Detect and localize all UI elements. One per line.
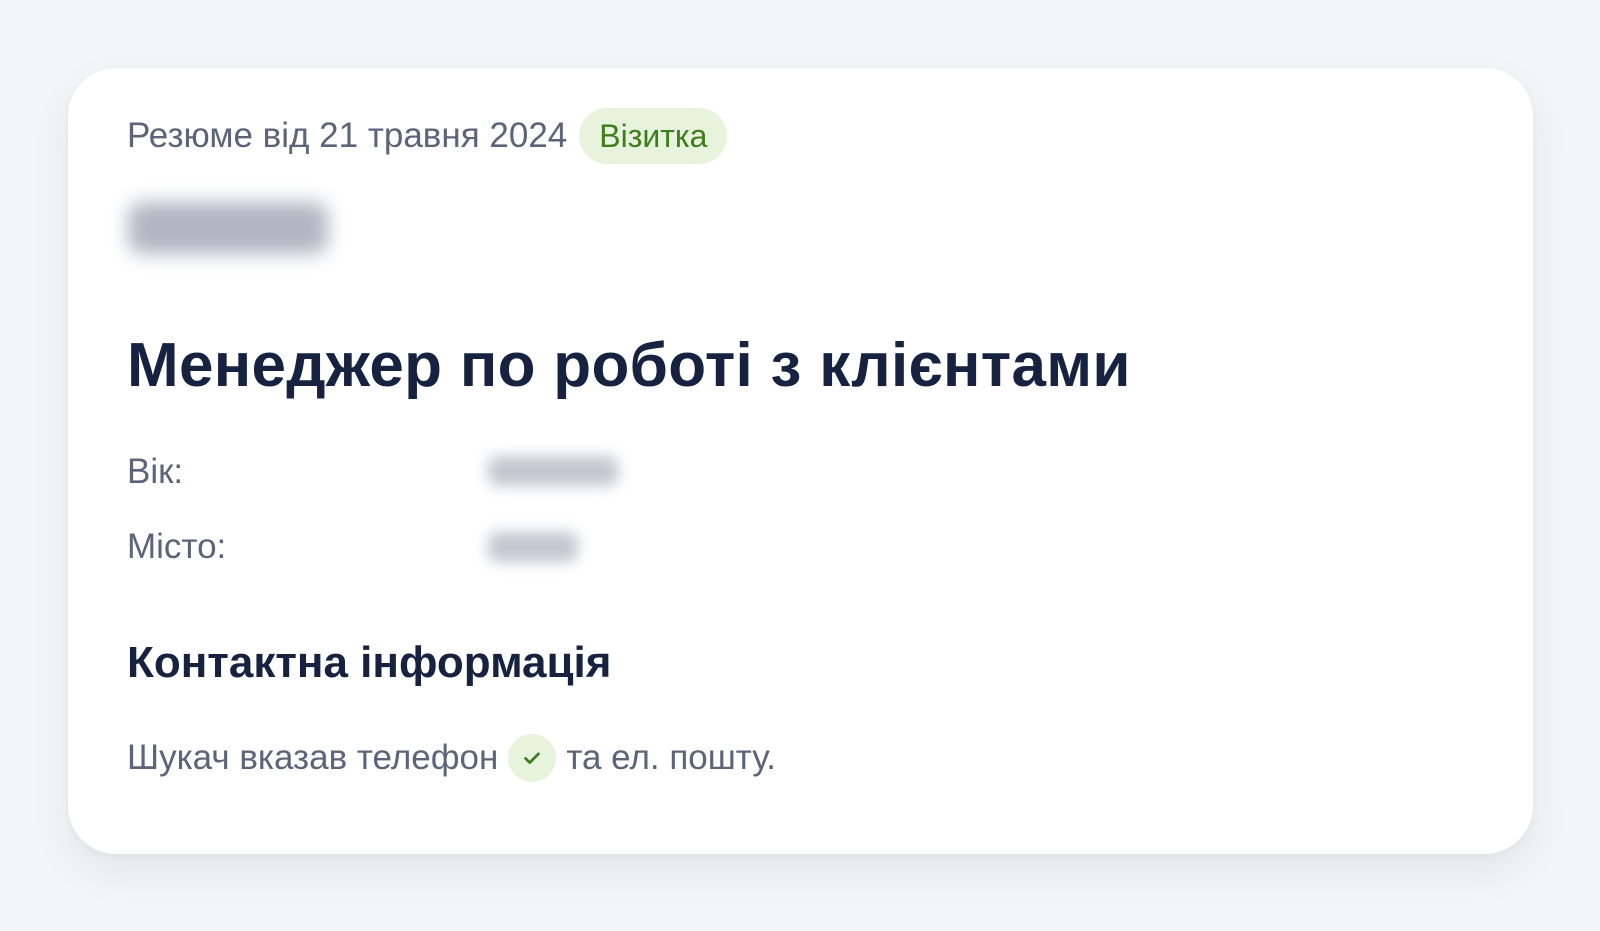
- contact-text-phone: Шукач вказав телефон: [127, 738, 499, 777]
- blurred-city-value: [488, 532, 578, 562]
- resume-card: Резюме від 21 травня 2024 Візитка Менедж…: [68, 68, 1533, 854]
- city-label: Місто:: [127, 527, 227, 566]
- contact-info: Шукач вказав телефон та ел. пошту.: [127, 732, 776, 784]
- check-glyph: [524, 752, 541, 764]
- blurred-candidate-name: [128, 202, 328, 254]
- resume-meta: Резюме від 21 травня 2024 Візитка: [127, 108, 728, 164]
- check-icon: [508, 734, 557, 782]
- status-badge: Візитка: [579, 108, 728, 164]
- blurred-age-value: [488, 456, 618, 486]
- age-label: Вік:: [127, 452, 184, 491]
- contact-section-title: Контактна інформація: [127, 638, 612, 687]
- page-title: Менеджер по роботі з клієнтами: [127, 331, 1131, 400]
- contact-text-email: та ел. пошту.: [566, 738, 776, 777]
- resume-date: Резюме від 21 травня 2024: [127, 116, 568, 155]
